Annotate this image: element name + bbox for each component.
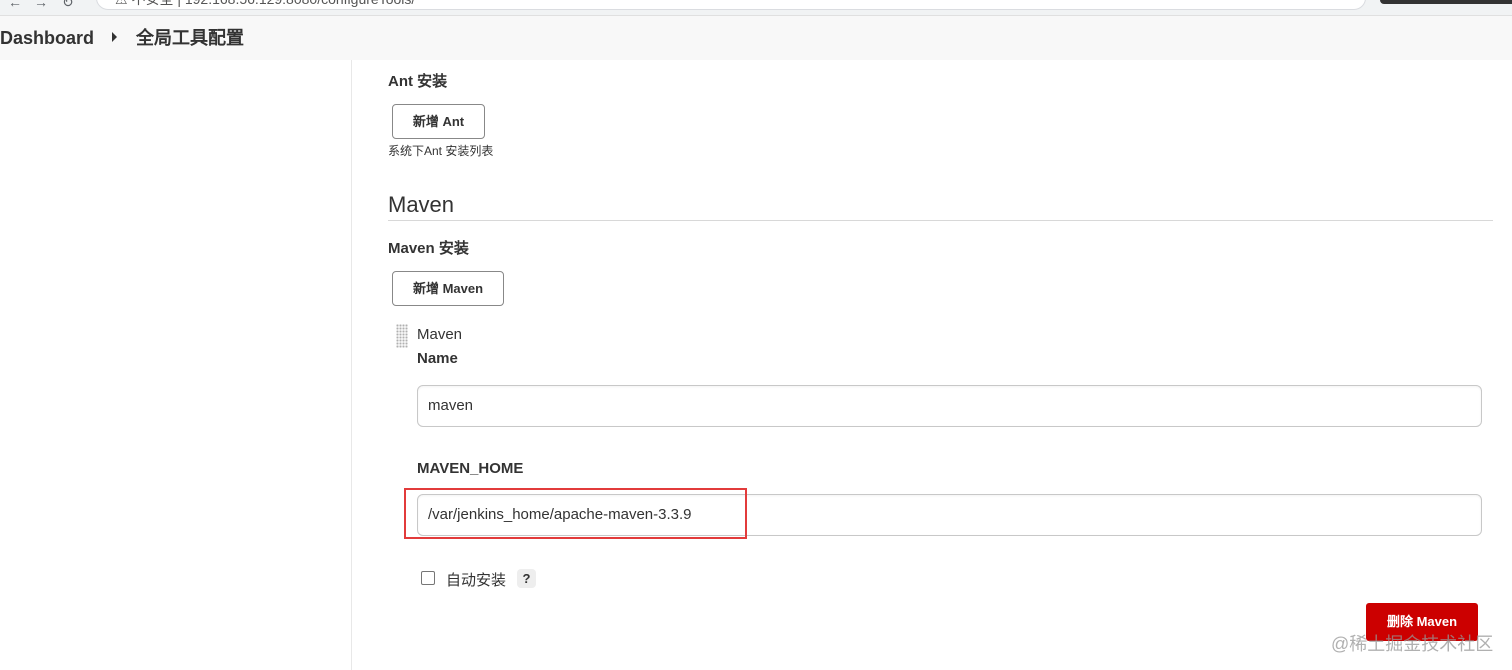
maven-item-title: Maven (417, 326, 463, 343)
ant-install-label: Ant 安装 (388, 73, 448, 90)
reload-icon[interactable]: ↻ (62, 0, 74, 10)
breadcrumb: Dashboard 全局工具配置 (0, 16, 1512, 60)
name-label: Name (417, 350, 458, 367)
maven-install-label: Maven 安装 (388, 240, 469, 257)
breadcrumb-dashboard[interactable]: Dashboard (0, 16, 94, 60)
arrow-left-icon[interactable]: ← (8, 0, 22, 10)
maven-home-input[interactable]: /var/jenkins_home/apache-maven-3.3.9 (417, 494, 1482, 536)
help-icon[interactable]: ? (517, 569, 536, 588)
ant-help-text: 系统下Ant 安装列表 (388, 144, 494, 158)
caret-right-icon[interactable] (112, 32, 117, 42)
main-content: Ant 安装 新增 Ant 系统下Ant 安装列表 Maven Maven 安装… (353, 60, 1512, 670)
browser-profile-area (1380, 0, 1512, 4)
add-maven-button[interactable]: 新增 Maven (392, 271, 504, 306)
auto-install-checkbox[interactable] (421, 571, 435, 585)
side-panel (0, 60, 352, 670)
browser-toolbar: ← → ↻ ⚠ 不安全 | 192.168.56.129:8080/config… (0, 0, 1512, 16)
auto-install-label[interactable]: 自动安装 (446, 569, 506, 590)
address-bar[interactable]: ⚠ 不安全 | 192.168.56.129:8080/configureToo… (96, 0, 1366, 10)
watermark: @稀土掘金技术社区 (1331, 634, 1494, 654)
add-ant-button[interactable]: 新增 Ant (392, 104, 485, 139)
breadcrumb-global-tool-config[interactable]: 全局工具配置 (136, 16, 244, 60)
drag-handle-icon[interactable] (396, 324, 408, 348)
name-input[interactable]: maven (417, 385, 1482, 427)
section-divider (388, 220, 1493, 221)
maven-home-label: MAVEN_HOME (417, 460, 524, 477)
arrow-right-icon[interactable]: → (34, 0, 48, 10)
maven-section-title: Maven (388, 192, 455, 217)
